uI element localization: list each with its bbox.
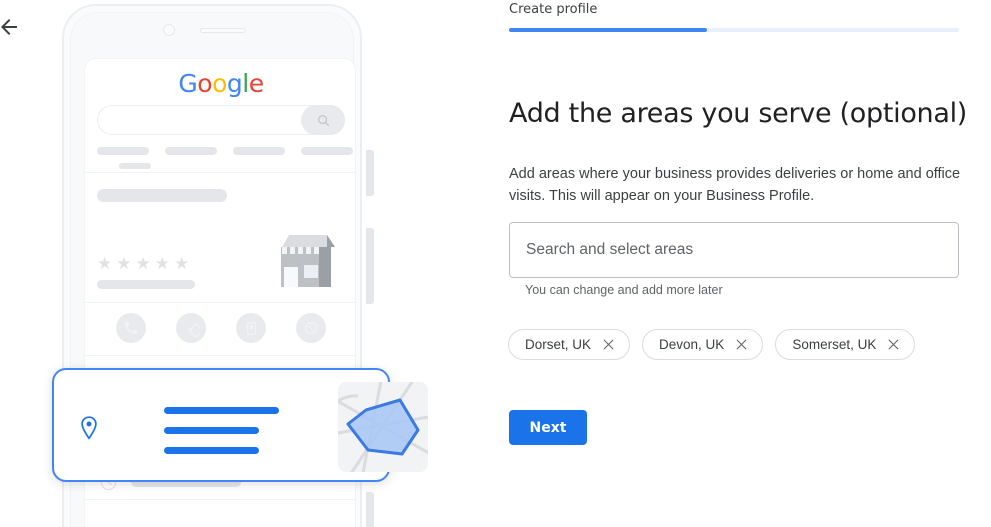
- phone-camera-dot: [163, 24, 175, 36]
- area-chip-label: Somerset, UK: [792, 337, 877, 352]
- page-title: Add the areas you serve (optional): [509, 98, 968, 130]
- logo-letter: o: [212, 69, 227, 98]
- remove-area-button[interactable]: [735, 338, 748, 351]
- skeleton-tab: [301, 147, 353, 155]
- logo-letter: e: [248, 69, 264, 98]
- skeleton-tab: [233, 147, 285, 155]
- phone-side-button-bottom: [366, 492, 374, 527]
- callout-line: [164, 447, 259, 454]
- phone-side-button-top: [366, 150, 374, 196]
- divider: [85, 302, 355, 303]
- area-chip[interactable]: Somerset, UK: [775, 329, 916, 360]
- area-chip-label: Devon, UK: [659, 337, 725, 352]
- search-areas-field[interactable]: Search and select areas: [509, 222, 959, 278]
- service-area-callout-card: [52, 368, 428, 482]
- location-pin-icon: [81, 416, 97, 440]
- skeleton-title: [97, 189, 227, 202]
- wizard-step-label: Create profile: [509, 2, 598, 17]
- phone-search-button: [301, 105, 345, 135]
- phone-search-bar: [97, 105, 345, 135]
- area-chip-label: Dorset, UK: [525, 337, 592, 352]
- page-description: Add areas where your business provides d…: [509, 165, 961, 204]
- service-area-minimap: [338, 382, 428, 472]
- phone-tab-skeletons: [97, 147, 355, 169]
- wizard-progress-bar: [509, 28, 959, 32]
- phone-illustration: Google ★★★★★: [0, 0, 480, 527]
- skeleton-tab: [165, 147, 217, 155]
- service-area-polygon-icon: [338, 382, 428, 472]
- storefront-icon: [281, 235, 335, 287]
- directions-icon-button: [176, 313, 206, 343]
- search-input[interactable]: Search and select areas: [526, 241, 693, 259]
- logo-letter: o: [197, 69, 213, 98]
- divider: [85, 499, 355, 500]
- close-icon: [736, 339, 747, 350]
- close-icon: [888, 339, 899, 350]
- directions-icon: [188, 322, 200, 337]
- area-chip[interactable]: Dorset, UK: [508, 329, 631, 360]
- phone-icon-button: [116, 313, 146, 343]
- remove-area-button[interactable]: [602, 338, 615, 351]
- rating-stars: ★★★★★: [97, 254, 194, 273]
- phone-icon: [125, 322, 137, 334]
- logo-letter: G: [178, 69, 198, 98]
- callout-line: [164, 407, 279, 414]
- skeleton-tab: [97, 147, 149, 155]
- remove-area-button[interactable]: [887, 338, 900, 351]
- website-icon-button: [296, 313, 326, 343]
- website-globe-icon: [304, 321, 318, 335]
- skeleton-subtitle: [97, 280, 195, 289]
- next-button[interactable]: Next: [509, 410, 587, 445]
- phone-speaker-grill: [200, 28, 246, 33]
- bookmark-icon-button: [236, 313, 266, 343]
- callout-line: [164, 427, 259, 434]
- wizard-progress-fill: [509, 28, 707, 32]
- divider: [85, 172, 355, 173]
- search-icon: [317, 114, 329, 126]
- phone-side-button-mid: [366, 228, 374, 304]
- page-root: Google ★★★★★ Create profile Add the area…: [0, 0, 991, 527]
- close-icon: [603, 339, 614, 350]
- area-chip[interactable]: Devon, UK: [642, 329, 764, 360]
- google-logo: Google: [85, 69, 355, 98]
- skeleton-tab-underline: [119, 163, 151, 169]
- selected-areas-chip-list: Dorset, UK Devon, UK Somerset, UK: [508, 329, 916, 360]
- create-profile-panel: Create profile Add the areas you serve (…: [500, 0, 991, 527]
- logo-letter: g: [226, 69, 243, 98]
- phone-action-icons: [85, 307, 355, 353]
- search-helper-text: You can change and add more later: [525, 283, 723, 297]
- bookmark-icon: [246, 321, 256, 335]
- divider: [85, 355, 355, 356]
